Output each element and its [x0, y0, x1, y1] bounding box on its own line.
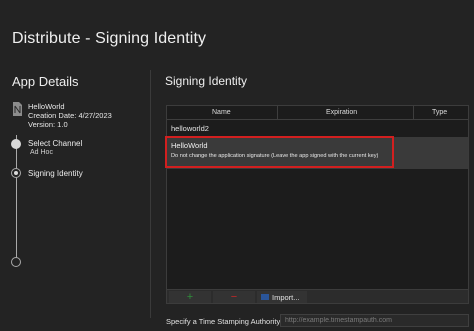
column-separator[interactable] [413, 106, 414, 120]
app-creation-date: Creation Date: 4/27/2023 [28, 111, 112, 120]
plus-icon: + [186, 291, 194, 303]
step-pending-icon [11, 257, 21, 267]
panel-divider [150, 70, 151, 318]
minus-icon: − [230, 291, 238, 303]
step-select-channel-label[interactable]: Select Channel [28, 139, 82, 148]
timestamp-authority-label: Specify a Time Stamping Authority: [166, 317, 283, 326]
table-header: Name Expiration Type [167, 106, 468, 120]
column-header-type[interactable]: Type [432, 109, 447, 116]
table-row[interactable]: helloworld2 [171, 124, 209, 133]
column-header-name[interactable]: Name [212, 109, 231, 116]
step-done-icon [11, 139, 21, 149]
step-active-icon [11, 168, 21, 178]
add-identity-button[interactable]: + [169, 291, 211, 303]
signing-identity-heading: Signing Identity [165, 74, 248, 88]
import-icon [261, 294, 269, 300]
import-label: Import... [272, 292, 300, 302]
app-version: Version: 1.0 [28, 120, 68, 129]
column-header-expiration[interactable]: Expiration [326, 109, 357, 116]
app-name: HelloWorld [28, 102, 65, 111]
column-separator[interactable] [277, 106, 278, 120]
app-details-heading: App Details [12, 74, 79, 89]
step-signing-identity-label[interactable]: Signing Identity [28, 169, 83, 178]
table-toolbar: + − Import... [166, 290, 469, 304]
remove-identity-button[interactable]: − [213, 291, 255, 303]
signing-identity-table[interactable]: Name Expiration Type helloworld2 HelloWo… [166, 105, 469, 290]
selection-highlight-box [165, 136, 394, 168]
step-select-channel-value: Ad Hoc [30, 149, 53, 156]
step-progress-line [16, 135, 17, 258]
import-button[interactable]: Import... [257, 291, 307, 303]
timestamp-authority-input[interactable] [280, 314, 469, 327]
window-title: Distribute - Signing Identity [12, 30, 207, 47]
app-file-icon [13, 102, 22, 116]
